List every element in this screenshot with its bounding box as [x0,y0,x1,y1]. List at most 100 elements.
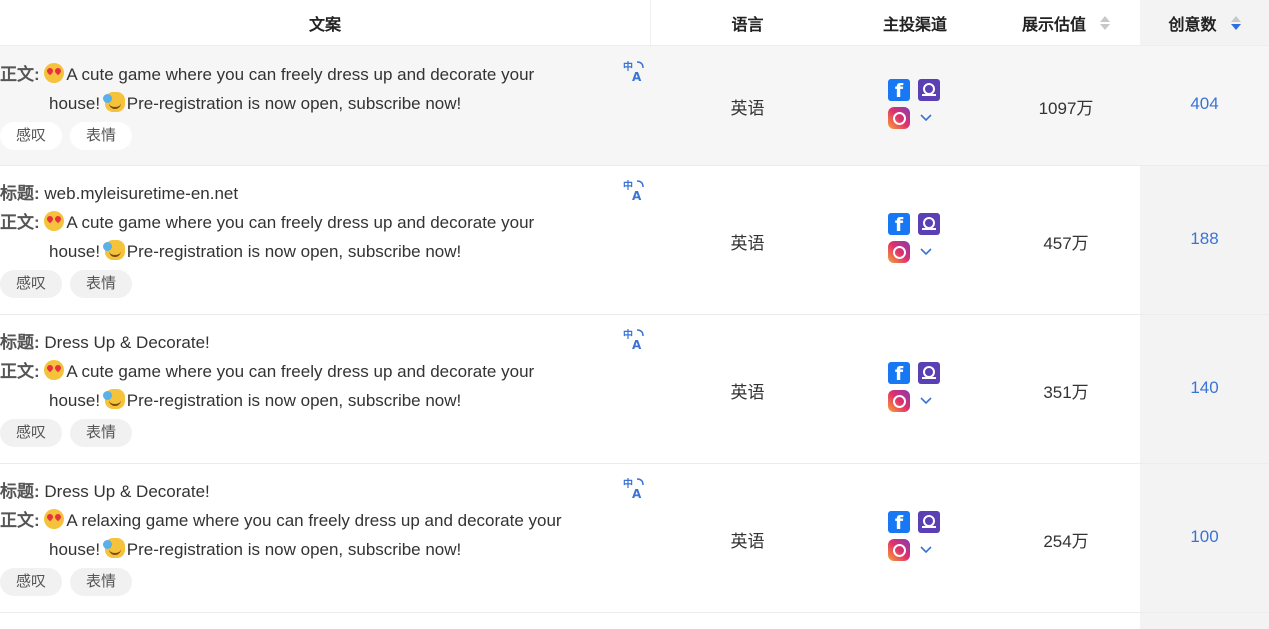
translate-icon[interactable]: 中 A [623,477,645,499]
body-label: 正文: [0,213,40,232]
tag-emoji[interactable]: 表情 [70,122,133,150]
channel-icons: f [888,210,948,266]
heart-eyes-emoji-icon [44,211,65,231]
views-value: 1097万 [1038,99,1094,118]
body-text-2a: house! [49,391,105,410]
svg-text:A: A [632,338,642,350]
tag-exclamation[interactable]: 感叹 [0,419,63,447]
title-label: 标题: [0,482,40,501]
body-text-2a: house! [49,94,105,113]
header-language-label: 语言 [731,16,764,34]
table-row: 标题: web.myleisuretime-en.net 正文: A cute … [0,166,1269,315]
facebook-icon: f [888,362,910,385]
sort-icon[interactable] [1100,15,1110,30]
body-text-2b: Pre-registration is now open, subscribe … [126,540,462,559]
title-line: 标题: Dress Up & Decorate! [0,477,640,506]
body-line-2: house! Pre-registration is now open, sub… [0,535,640,564]
header-language: 语言 [690,0,805,45]
title-line: 标题: web.myleisuretime-en.net [0,179,640,208]
channel-icons: f [888,76,948,132]
tag-emoji[interactable]: 表情 [70,419,133,447]
heart-eyes-emoji-icon [44,509,65,529]
body-line: 正文: A cute game where you can freely dre… [0,357,640,386]
facebook-icon: f [888,79,910,102]
table-header: 文案 语言 主投渠道 展示估值 创意数 [0,0,1269,46]
header-copy: 文案 [0,0,650,45]
copy-cell: 标题: Dress Up & Decorate! 正文: A cute game… [0,328,640,447]
title-line: 标题: Dress Up & Decorate! [0,328,640,357]
tag-exclamation[interactable]: 感叹 [0,122,63,150]
channel-icons: f [888,508,948,564]
tag-emoji[interactable]: 表情 [70,270,133,298]
heart-eyes-emoji-icon [44,63,65,83]
header-divider [650,0,651,45]
relieved-emoji-icon [102,389,125,409]
language-value: 英语 [730,383,765,402]
tag-list: 感叹 表情 [0,122,640,150]
chevron-down-icon[interactable] [918,110,934,126]
svg-text:A: A [632,487,642,499]
instagram-icon [888,539,910,561]
body-line: 正文: A relaxing game where you can freely… [0,506,640,535]
sort-descending-icon[interactable] [1230,15,1241,30]
header-views-label: 展示估值 [1021,16,1086,34]
tag-list: 感叹 表情 [0,270,640,298]
translate-icon[interactable]: 中 A [623,328,645,350]
body-label: 正文: [0,65,40,84]
relieved-emoji-icon [102,92,125,112]
body-label: 正文: [0,362,40,381]
translate-icon[interactable]: 中 A [623,179,645,201]
chevron-down-icon[interactable] [918,244,934,260]
header-creatives-sortable[interactable]: 创意数 [1140,0,1269,45]
instagram-icon [888,390,910,412]
creative-count-link[interactable]: 404 [1140,94,1269,114]
body-text-2a: house! [49,242,105,261]
header-channel: 主投渠道 [850,0,980,45]
table-row: 标题: Dress Up & Decorate! 正文: A cute game… [0,315,1269,464]
body-text: A cute game where you can freely dress u… [66,213,535,232]
copy-cell: 正文: A cute game where you can freely dre… [0,60,640,150]
messenger-icon [918,362,940,384]
views-value: 457万 [1043,234,1089,253]
instagram-icon [888,241,910,263]
relieved-emoji-icon [102,240,125,260]
messenger-icon [918,79,940,101]
tag-exclamation[interactable]: 感叹 [0,270,63,298]
body-text: A relaxing game where you can freely dre… [66,511,562,530]
body-line-2: house! Pre-registration is now open, sub… [0,89,640,118]
body-text: A cute game where you can freely dress u… [66,65,535,84]
translate-icon[interactable]: 中 A [623,60,645,82]
svg-text:A: A [632,70,642,82]
facebook-icon: f [888,213,910,236]
header-copy-label: 文案 [308,16,341,34]
header-views-sortable[interactable]: 展示估值 [990,0,1142,45]
table-row: 标题: Dress Up & Decorate! 正文: A relaxing … [0,464,1269,613]
next-row-partial [1140,613,1269,629]
body-line: 正文: A cute game where you can freely dre… [0,60,640,89]
body-text-2b: Pre-registration is now open, subscribe … [126,242,462,261]
title-label: 标题: [0,333,40,352]
body-text: A cute game where you can freely dress u… [66,362,535,381]
copy-cell: 标题: web.myleisuretime-en.net 正文: A cute … [0,179,640,298]
messenger-icon [918,213,940,235]
tag-exclamation[interactable]: 感叹 [0,568,63,596]
relieved-emoji-icon [102,538,125,558]
messenger-icon [918,511,940,533]
views-value: 351万 [1043,383,1089,402]
creative-count-link[interactable]: 188 [1140,229,1269,249]
tag-list: 感叹 表情 [0,419,640,447]
title-label: 标题: [0,184,40,203]
body-text-2b: Pre-registration is now open, subscribe … [126,391,462,410]
body-line: 正文: A cute game where you can freely dre… [0,208,640,237]
title-text: web.myleisuretime-en.net [44,184,239,203]
chevron-down-icon[interactable] [918,542,934,558]
body-text-2a: house! [49,540,105,559]
chevron-down-icon[interactable] [918,393,934,409]
creative-count-link[interactable]: 100 [1140,527,1269,547]
tag-emoji[interactable]: 表情 [70,568,133,596]
header-channel-label: 主投渠道 [882,16,947,34]
creative-count-link[interactable]: 140 [1140,378,1269,398]
views-value: 254万 [1043,532,1089,551]
instagram-icon [888,107,910,129]
language-value: 英语 [730,532,765,551]
